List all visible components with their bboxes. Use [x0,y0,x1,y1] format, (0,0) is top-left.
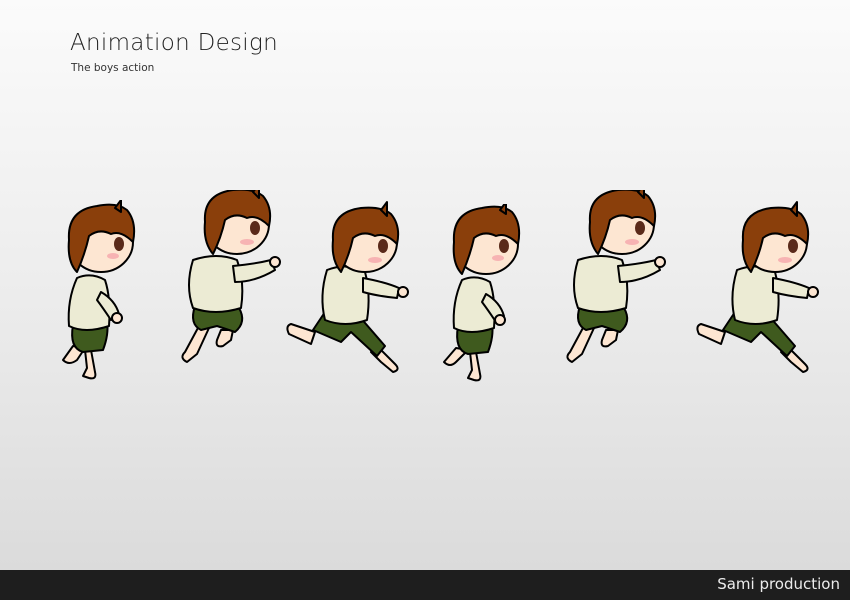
run-frame-1 [62,200,136,380]
footer-credit: Sami production [717,575,840,593]
page-subtitle: The boys action [71,62,155,74]
run-frame-6 [696,201,819,373]
footer-bar: Sami production [0,570,850,600]
run-frame-4 [443,204,521,382]
animation-frames [0,180,850,390]
run-frame-3 [286,201,409,373]
run-frame-2 [181,190,281,363]
page-title: Animation Design [70,30,278,56]
run-frame-5 [566,190,666,363]
